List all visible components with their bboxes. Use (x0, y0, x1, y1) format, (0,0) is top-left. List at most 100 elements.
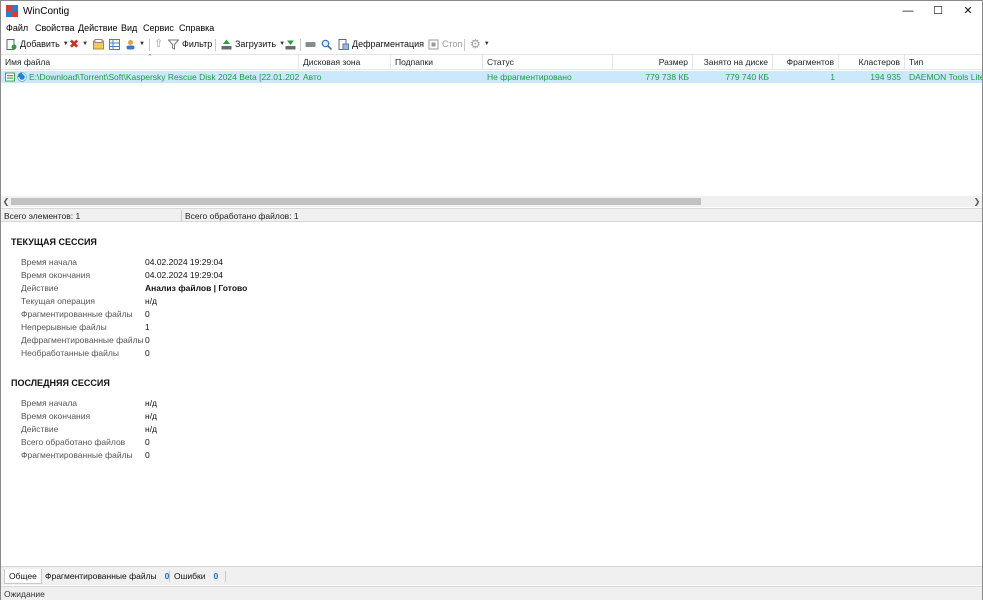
filter-button[interactable]: Фильтр (168, 37, 212, 52)
file-clusters: 194 935 (870, 72, 901, 82)
file-zone: Авто (303, 72, 322, 82)
menu-properties[interactable]: Свойства (35, 23, 75, 33)
last-label: Всего обработано файлов (21, 437, 126, 447)
current-label: Необработанные файлы (21, 348, 119, 358)
column-occupied[interactable]: Занято на диске (693, 55, 773, 70)
file-type: DAEMON Tools Lite (909, 72, 982, 82)
scroll-left-icon[interactable]: ❮ (1, 196, 11, 207)
menu-file[interactable]: Файл (6, 23, 28, 33)
scrollbar-thumb[interactable] (11, 198, 701, 205)
total-processed: Всего обработано файлов: 1 (185, 211, 299, 221)
defrag-button[interactable]: Дефрагментация ▼ (338, 37, 433, 52)
horizontal-scrollbar[interactable]: ❮ ❯ (1, 196, 982, 207)
current-value: 04.02.2024 19:29:04 (145, 270, 223, 280)
remove-button[interactable]: ✖ ▼ (69, 37, 88, 52)
stop-button-label: Стоп (442, 39, 463, 49)
chevron-down-icon: ▼ (62, 41, 69, 47)
properties-button[interactable] (93, 37, 104, 52)
arrow-up-icon: ⇧ (154, 38, 164, 50)
menu-service[interactable]: Сервис (143, 23, 174, 33)
current-label: Действие (21, 283, 59, 293)
filter-icon (168, 39, 179, 50)
current-value: 0 (145, 335, 150, 345)
file-occupied: 779 740 КБ (725, 72, 769, 82)
save-button[interactable] (285, 37, 296, 52)
app-window: WinContig — ☐ ✕ Файл Свойства Действие В… (0, 0, 983, 600)
summary-divider (181, 210, 182, 221)
tab-separator (225, 571, 226, 582)
column-size[interactable]: Размер (613, 55, 693, 70)
column-type[interactable]: Тип (905, 55, 982, 70)
column-subfolders[interactable]: Подпапки (391, 55, 483, 70)
scroll-right-icon[interactable]: ❯ (972, 196, 982, 207)
file-list: Имя файла Дисковая зона Подпапки Статус … (1, 54, 982, 207)
column-status[interactable]: Статус (483, 55, 613, 70)
last-label: Время начала (21, 398, 78, 408)
menu-action[interactable]: Действие (78, 23, 118, 33)
last-value: 0 (145, 450, 150, 460)
file-subfolders (391, 71, 483, 83)
tab-fragmented-label: Фрагментированные файлы (45, 571, 157, 581)
current-label: Непрерывные файлы (21, 322, 107, 332)
settings-button[interactable]: ⚙ ▼ (470, 37, 490, 52)
current-value: 04.02.2024 19:29:04 (145, 257, 223, 267)
load-button[interactable]: Загрузить ▼ (221, 37, 285, 52)
column-clusters[interactable]: Кластеров (839, 55, 905, 70)
total-items: Всего элементов: 1 (4, 211, 81, 221)
toolbar-separator (149, 39, 150, 51)
bottom-tabs: Общее Фрагментированные файлы 0 Ошибки 0 (1, 566, 982, 585)
file-name: E:\Download\Torrent\Soft\Kaspersky Rescu… (29, 72, 299, 82)
columns-button[interactable] (109, 37, 120, 52)
file-status-icon (5, 72, 15, 82)
disk-icon (305, 42, 316, 47)
column-zone[interactable]: Дисковая зона (299, 55, 391, 70)
load-button-label: Загрузить (235, 39, 277, 49)
users-button[interactable]: ▼ (125, 37, 145, 52)
chevron-down-icon: ▼ (139, 41, 145, 47)
title-bar: WinContig — ☐ ✕ (1, 1, 982, 21)
sort-arrow-icon: ⌃ (147, 54, 153, 61)
maximize-button[interactable]: ☐ (923, 1, 953, 21)
search-button[interactable] (321, 37, 332, 52)
column-fragments[interactable]: Фрагментов (773, 55, 839, 70)
file-fragments: 1 (830, 72, 835, 82)
tab-general-label: Общее (9, 571, 37, 581)
stop-button[interactable]: Стоп (428, 37, 462, 52)
current-label: Фрагментированные файлы (21, 309, 133, 319)
close-button[interactable]: ✕ (953, 1, 983, 21)
add-button[interactable]: Добавить ▼ (6, 37, 69, 52)
folder-properties-icon (93, 39, 104, 50)
minimize-button[interactable]: — (893, 1, 923, 21)
details-panel: ТЕКУЩАЯ СЕССИЯ Время начала 04.02.2024 1… (1, 223, 982, 566)
app-logo-icon (6, 5, 18, 17)
tab-fragmented-files[interactable]: Фрагментированные файлы 0 (41, 569, 173, 584)
stop-icon (428, 39, 439, 50)
last-label: Фрагментированные файлы (21, 450, 133, 460)
last-session-title: ПОСЛЕДНЯЯ СЕССИЯ (11, 378, 110, 388)
current-label: Текущая операция (21, 296, 95, 306)
current-value: 1 (145, 322, 150, 332)
current-label: Дефрагментированные файлы (21, 335, 144, 345)
tab-errors[interactable]: Ошибки 0 (170, 569, 222, 584)
user-icon (126, 40, 135, 50)
toolbar-separator (215, 39, 216, 51)
toolbar-separator (464, 39, 465, 51)
tab-general[interactable]: Общее (4, 569, 42, 584)
current-label: Время начала (21, 257, 78, 267)
analyze-button[interactable] (305, 37, 316, 52)
table-row[interactable]: E:\Download\Torrent\Soft\Kaspersky Rescu… (1, 71, 982, 83)
up-button[interactable]: ⇧ (154, 37, 163, 52)
current-value: 0 (145, 309, 150, 319)
load-icon (221, 39, 232, 50)
menu-view[interactable]: Вид (121, 23, 137, 33)
current-value: 0 (145, 348, 150, 358)
window-title: WinContig (23, 6, 70, 17)
gear-icon: ⚙ (470, 37, 481, 51)
menu-help[interactable]: Справка (179, 23, 214, 33)
tab-errors-count: 0 (213, 571, 219, 581)
last-label: Время окончания (21, 411, 91, 421)
add-file-icon (6, 39, 17, 50)
chevron-down-icon: ▼ (483, 41, 490, 47)
chevron-down-icon: ▼ (82, 41, 89, 47)
last-value: н/д (145, 424, 158, 434)
